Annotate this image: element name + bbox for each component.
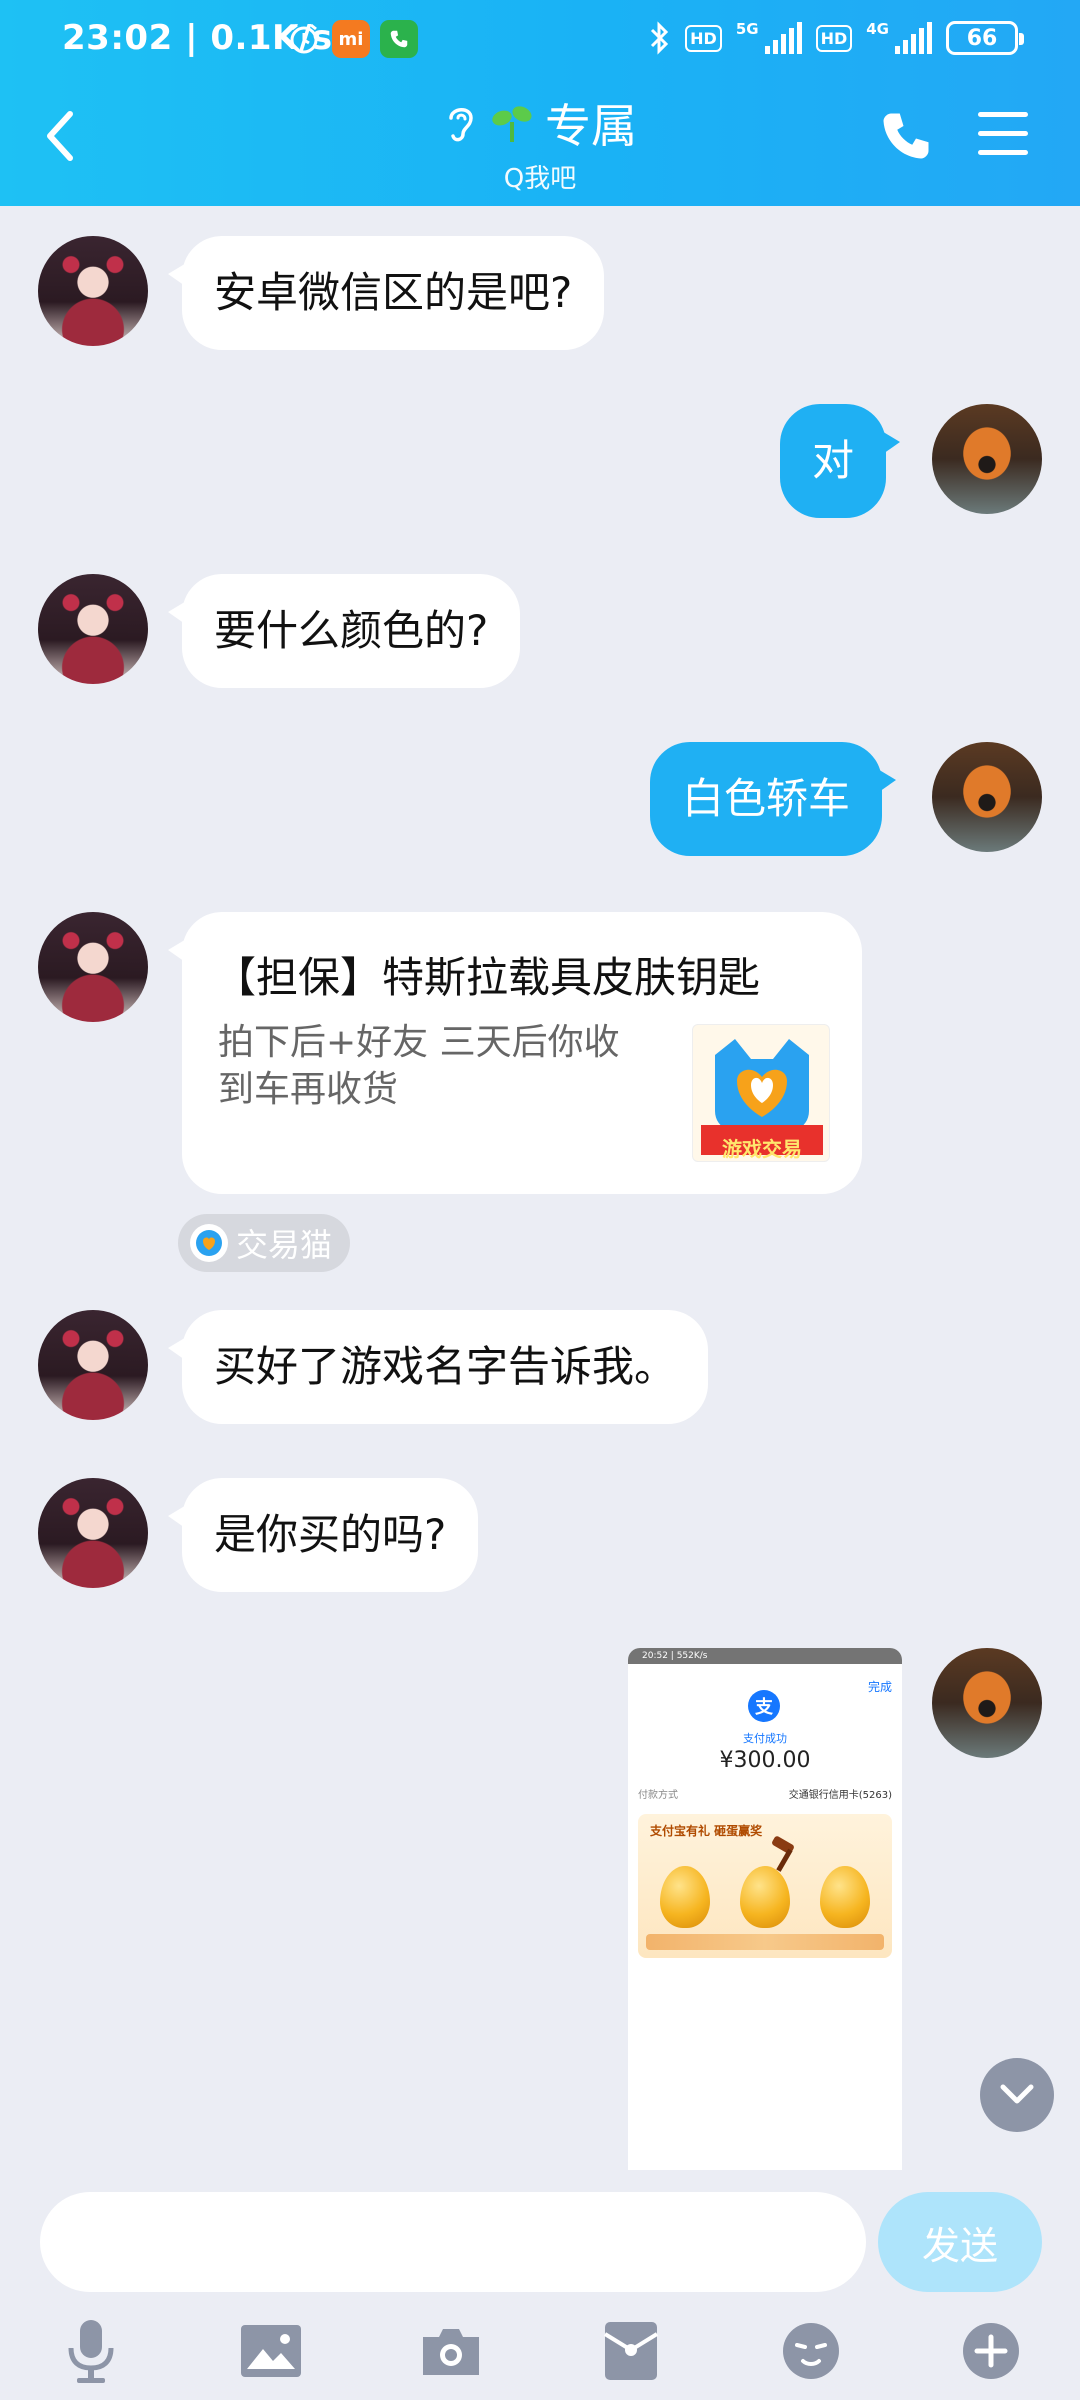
menu-button[interactable] bbox=[978, 112, 1028, 156]
menu-icon-line bbox=[978, 150, 1028, 155]
menu-icon-line bbox=[978, 131, 1028, 136]
net-4g-label: 4G bbox=[866, 20, 889, 38]
plus-icon bbox=[963, 2323, 1019, 2379]
battery-indicator: 66 bbox=[946, 21, 1024, 55]
source-tag[interactable]: 交易猫 bbox=[178, 1214, 350, 1272]
message-input[interactable] bbox=[40, 2192, 866, 2292]
camera-button[interactable] bbox=[416, 2316, 486, 2386]
screenshot-done: 完成 bbox=[867, 1680, 892, 1694]
red-packet-icon bbox=[603, 2322, 659, 2380]
screenshot-pay-method-label: 付款方式 bbox=[638, 1790, 678, 1801]
sprout-icon bbox=[492, 106, 532, 142]
my-avatar[interactable] bbox=[932, 742, 1042, 852]
game-trade-logo: 游戏交易 bbox=[692, 1024, 830, 1162]
message-bubble[interactable]: 安卓微信区的是吧? bbox=[167, 236, 605, 351]
image-picker-button[interactable] bbox=[236, 2316, 306, 2386]
bluetooth-icon bbox=[651, 21, 669, 55]
message-bubble[interactable]: 要什么颜色的? bbox=[167, 574, 521, 689]
net-5g-label: 5G bbox=[735, 20, 759, 38]
game-trade-logo-text: 游戏交易 bbox=[722, 1137, 802, 1161]
golden-egg-icon bbox=[820, 1866, 870, 1928]
image-icon bbox=[241, 2325, 301, 2377]
jiaoyimao-logo-icon bbox=[190, 1224, 228, 1262]
phone-app-icon bbox=[380, 20, 418, 58]
phone-icon bbox=[883, 113, 929, 159]
screenshot-amount: ¥300.00 bbox=[719, 1748, 811, 1773]
alarm-icon bbox=[290, 23, 318, 54]
signal-icon-2 bbox=[895, 22, 932, 54]
source-tag-label: 交易猫 bbox=[236, 1226, 333, 1264]
ear-icon bbox=[449, 108, 473, 142]
screenshot-status-bar: 20:52 | 552K/s bbox=[628, 1648, 902, 1664]
golden-egg-icon bbox=[660, 1866, 710, 1928]
hd-badge-1: HD bbox=[685, 24, 722, 52]
message-bubble[interactable]: 是你买的吗? bbox=[167, 1478, 479, 1593]
contact-avatar[interactable] bbox=[38, 574, 148, 684]
message-bubble[interactable]: 买好了游戏名字告诉我。 bbox=[167, 1310, 709, 1425]
payment-screenshot-image[interactable]: 20:52 | 552K/s 完成 支 支付成功 ¥300.00 付款方式 交通… bbox=[628, 1648, 902, 2170]
my-avatar[interactable] bbox=[932, 1648, 1042, 1758]
hd-badge-2: HD bbox=[815, 24, 853, 52]
chat-title: 专属 bbox=[545, 99, 637, 153]
share-card[interactable]: 【担保】特斯拉载具皮肤钥匙 拍下后+好友 三天后你收到车再收货 游戏交易 bbox=[168, 912, 862, 1194]
status-bar: 23:02 | 0.1K/s mi HD 5G HD 4G 66 bbox=[0, 0, 1080, 84]
signal-icon-1 bbox=[764, 22, 802, 54]
chat-header: 23:02 | 0.1K/s mi HD 5G HD 4G 66 专属 Q我吧 bbox=[0, 0, 1080, 206]
contact-avatar[interactable] bbox=[38, 1310, 148, 1420]
camera-icon bbox=[423, 2329, 479, 2375]
status-icons-right: HD 5G HD 4G 66 bbox=[647, 20, 1024, 56]
red-packet-button[interactable] bbox=[596, 2316, 666, 2386]
send-button[interactable]: 发送 bbox=[878, 2192, 1042, 2292]
status-icons-left: mi bbox=[286, 20, 418, 58]
screenshot-banner-base bbox=[646, 1934, 884, 1950]
screenshot-success-text: 支付成功 bbox=[743, 1732, 787, 1745]
contact-avatar[interactable] bbox=[38, 1478, 148, 1588]
voice-input-button[interactable] bbox=[56, 2316, 126, 2386]
screenshot-banner: 支付宝有礼 砸蛋赢奖 bbox=[638, 1814, 892, 1958]
input-toolbar bbox=[0, 2300, 1080, 2400]
screenshot-card: 交通银行信用卡(5263) bbox=[788, 1790, 892, 1801]
message-bubble[interactable]: 对 bbox=[780, 404, 901, 519]
contact-avatar[interactable] bbox=[38, 912, 148, 1022]
message-bubble[interactable]: 白色轿车 bbox=[650, 742, 897, 857]
emoji-button[interactable] bbox=[776, 2316, 846, 2386]
mi-app-icon: mi bbox=[332, 20, 370, 58]
voice-call-button[interactable] bbox=[876, 106, 936, 166]
screenshot-banner-title: 支付宝有礼 砸蛋赢奖 bbox=[650, 1824, 763, 1838]
emoji-icon bbox=[783, 2323, 839, 2379]
more-button[interactable] bbox=[956, 2316, 1026, 2386]
microphone-icon bbox=[68, 2320, 114, 2383]
golden-egg-icon bbox=[740, 1866, 790, 1928]
share-card-title: 【担保】特斯拉载具皮肤钥匙 bbox=[214, 953, 761, 1002]
menu-icon bbox=[978, 112, 1028, 117]
alipay-icon: 支 bbox=[748, 1690, 780, 1722]
contact-avatar[interactable] bbox=[38, 236, 148, 346]
chevron-down-icon bbox=[1000, 2084, 1034, 2104]
share-card-description: 拍下后+好友 三天后你收到车再收货 bbox=[218, 1022, 620, 1110]
scroll-to-bottom-button[interactable] bbox=[980, 2058, 1054, 2132]
my-avatar[interactable] bbox=[932, 404, 1042, 514]
